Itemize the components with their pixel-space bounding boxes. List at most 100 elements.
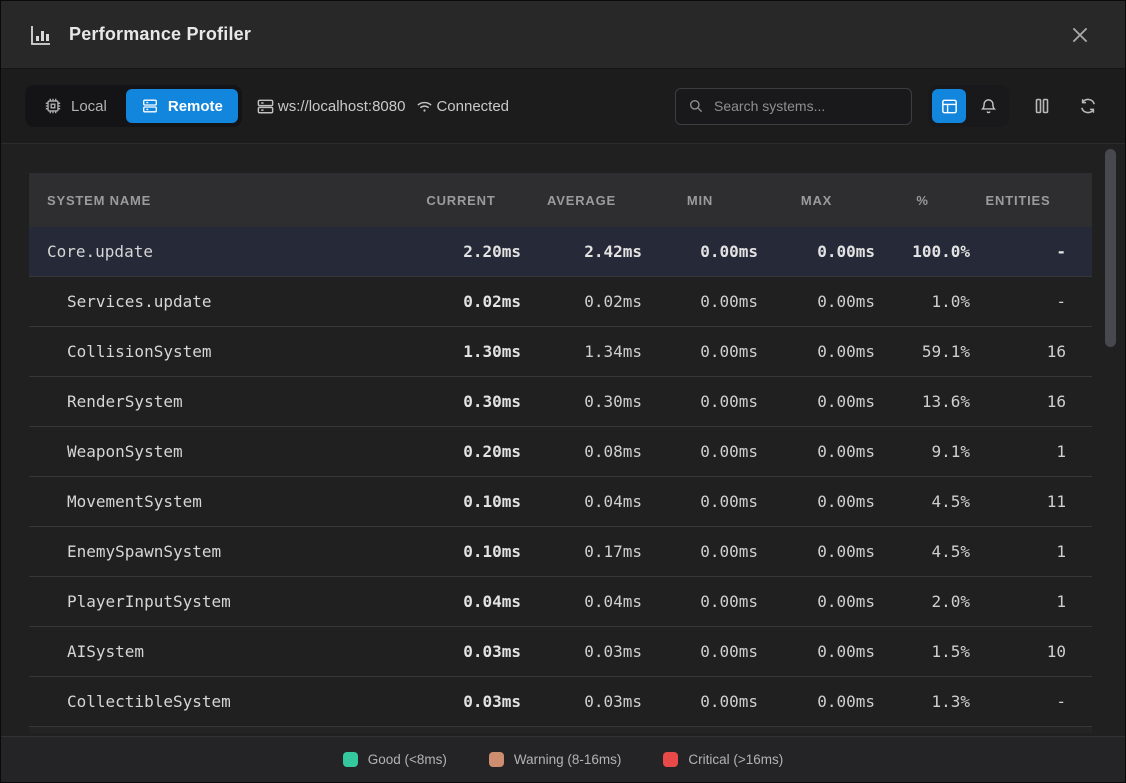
system-name-cell: RenderSystem bbox=[29, 392, 401, 411]
server-icon bbox=[256, 97, 275, 116]
average-cell: 0.04ms bbox=[521, 492, 642, 511]
refresh-button[interactable] bbox=[1075, 93, 1101, 119]
performance-profiler-window: Performance Profiler Local bbox=[0, 0, 1126, 783]
min-cell: 0.00ms bbox=[642, 292, 758, 311]
average-cell: 0.03ms bbox=[521, 642, 642, 661]
bell-icon bbox=[979, 97, 998, 116]
average-cell: 0.03ms bbox=[521, 692, 642, 711]
table-row[interactable]: Core.update 2.20ms 2.42ms 0.00ms 0.00ms … bbox=[29, 227, 1092, 277]
critical-swatch-icon bbox=[663, 752, 678, 767]
system-name-cell: AISystem bbox=[29, 642, 401, 661]
table-body: Core.update 2.20ms 2.42ms 0.00ms 0.00ms … bbox=[29, 227, 1092, 727]
vertical-scrollbar-thumb[interactable] bbox=[1105, 149, 1116, 347]
current-cell: 0.10ms bbox=[401, 542, 521, 561]
status-legend: Good (<8ms) Warning (8-16ms) Critical (>… bbox=[1, 736, 1125, 782]
remote-mode-label: Remote bbox=[168, 98, 223, 115]
max-cell: 0.00ms bbox=[758, 592, 875, 611]
system-name-cell: PlayerInputSystem bbox=[29, 592, 401, 611]
entities-cell: - bbox=[970, 242, 1066, 261]
min-cell: 0.00ms bbox=[642, 692, 758, 711]
current-cell: 0.03ms bbox=[401, 692, 521, 711]
legend-item-good: Good (<8ms) bbox=[343, 752, 447, 767]
local-mode-button[interactable]: Local bbox=[29, 89, 122, 123]
legend-warning-label: Warning (8-16ms) bbox=[514, 752, 622, 767]
page-title: Performance Profiler bbox=[69, 24, 251, 45]
max-cell: 0.00ms bbox=[758, 492, 875, 511]
entities-cell: - bbox=[970, 292, 1066, 311]
table-row[interactable]: MovementSystem 0.10ms 0.04ms 0.00ms 0.00… bbox=[29, 477, 1092, 527]
percent-cell: 100.0% bbox=[875, 242, 970, 261]
min-cell: 0.00ms bbox=[642, 542, 758, 561]
average-cell: 0.30ms bbox=[521, 392, 642, 411]
percent-cell: 59.1% bbox=[875, 342, 970, 361]
websocket-url-text: ws://localhost:8080 bbox=[278, 98, 406, 115]
table-row[interactable]: EnemySpawnSystem 0.10ms 0.17ms 0.00ms 0.… bbox=[29, 527, 1092, 577]
search-box bbox=[675, 88, 912, 125]
average-cell: 0.02ms bbox=[521, 292, 642, 311]
column-header-current[interactable]: CURRENT bbox=[401, 193, 521, 208]
column-header-percent[interactable]: % bbox=[875, 193, 970, 208]
table-row[interactable]: RenderSystem 0.30ms 0.30ms 0.00ms 0.00ms… bbox=[29, 377, 1092, 427]
system-name-cell: CollisionSystem bbox=[29, 342, 401, 361]
percent-cell: 13.6% bbox=[875, 392, 970, 411]
legend-good-label: Good (<8ms) bbox=[368, 752, 447, 767]
entities-cell: 1 bbox=[970, 592, 1066, 611]
refresh-icon bbox=[1078, 96, 1098, 116]
column-header-max[interactable]: MAX bbox=[758, 193, 875, 208]
alerts-button[interactable] bbox=[971, 89, 1005, 123]
current-cell: 0.04ms bbox=[401, 592, 521, 611]
percent-cell: 1.3% bbox=[875, 692, 970, 711]
legend-item-warning: Warning (8-16ms) bbox=[489, 752, 622, 767]
title-bar: Performance Profiler bbox=[1, 1, 1125, 69]
column-header-average[interactable]: AVERAGE bbox=[521, 193, 642, 208]
table-view-button[interactable] bbox=[932, 89, 966, 123]
column-header-min[interactable]: MIN bbox=[642, 193, 758, 208]
system-name-cell: CollectibleSystem bbox=[29, 692, 401, 711]
legend-critical-label: Critical (>16ms) bbox=[688, 752, 783, 767]
table-row[interactable]: WeaponSystem 0.20ms 0.08ms 0.00ms 0.00ms… bbox=[29, 427, 1092, 477]
wifi-icon bbox=[415, 97, 434, 116]
max-cell: 0.00ms bbox=[758, 392, 875, 411]
average-cell: 1.34ms bbox=[521, 342, 642, 361]
current-cell: 0.30ms bbox=[401, 392, 521, 411]
entities-cell: 11 bbox=[970, 492, 1066, 511]
systems-table: SYSTEM NAME CURRENT AVERAGE MIN MAX % EN… bbox=[29, 173, 1092, 733]
good-swatch-icon bbox=[343, 752, 358, 767]
search-input[interactable] bbox=[714, 98, 899, 114]
system-name-cell: Services.update bbox=[29, 292, 401, 311]
average-cell: 0.17ms bbox=[521, 542, 642, 561]
current-cell: 0.02ms bbox=[401, 292, 521, 311]
connection-status: Connected bbox=[415, 97, 509, 116]
max-cell: 0.00ms bbox=[758, 242, 875, 261]
current-cell: 1.30ms bbox=[401, 342, 521, 361]
clipped-row bbox=[29, 727, 1092, 733]
toolbar: Local Remote bbox=[1, 69, 1125, 144]
max-cell: 0.00ms bbox=[758, 542, 875, 561]
percent-cell: 4.5% bbox=[875, 542, 970, 561]
average-cell: 0.04ms bbox=[521, 592, 642, 611]
min-cell: 0.00ms bbox=[642, 242, 758, 261]
warning-swatch-icon bbox=[489, 752, 504, 767]
max-cell: 0.00ms bbox=[758, 692, 875, 711]
table-row[interactable]: CollectibleSystem 0.03ms 0.03ms 0.00ms 0… bbox=[29, 677, 1092, 727]
percent-cell: 9.1% bbox=[875, 442, 970, 461]
entities-cell: 1 bbox=[970, 442, 1066, 461]
current-cell: 2.20ms bbox=[401, 242, 521, 261]
table-row[interactable]: PlayerInputSystem 0.04ms 0.04ms 0.00ms 0… bbox=[29, 577, 1092, 627]
entities-cell: - bbox=[970, 692, 1066, 711]
cpu-chip-icon bbox=[44, 97, 62, 115]
column-header-entities[interactable]: ENTITIES bbox=[970, 193, 1066, 208]
table-row[interactable]: Services.update 0.02ms 0.02ms 0.00ms 0.0… bbox=[29, 277, 1092, 327]
remote-mode-button[interactable]: Remote bbox=[126, 89, 238, 123]
max-cell: 0.00ms bbox=[758, 642, 875, 661]
average-cell: 2.42ms bbox=[521, 242, 642, 261]
min-cell: 0.00ms bbox=[642, 492, 758, 511]
close-button[interactable] bbox=[1063, 18, 1097, 52]
column-header-system-name[interactable]: SYSTEM NAME bbox=[29, 193, 401, 208]
table-row[interactable]: CollisionSystem 1.30ms 1.34ms 0.00ms 0.0… bbox=[29, 327, 1092, 377]
system-name-cell: Core.update bbox=[29, 242, 401, 261]
system-name-cell: EnemySpawnSystem bbox=[29, 542, 401, 561]
pause-icon bbox=[1032, 96, 1052, 116]
pause-button[interactable] bbox=[1029, 93, 1055, 119]
table-row[interactable]: AISystem 0.03ms 0.03ms 0.00ms 0.00ms 1.5… bbox=[29, 627, 1092, 677]
